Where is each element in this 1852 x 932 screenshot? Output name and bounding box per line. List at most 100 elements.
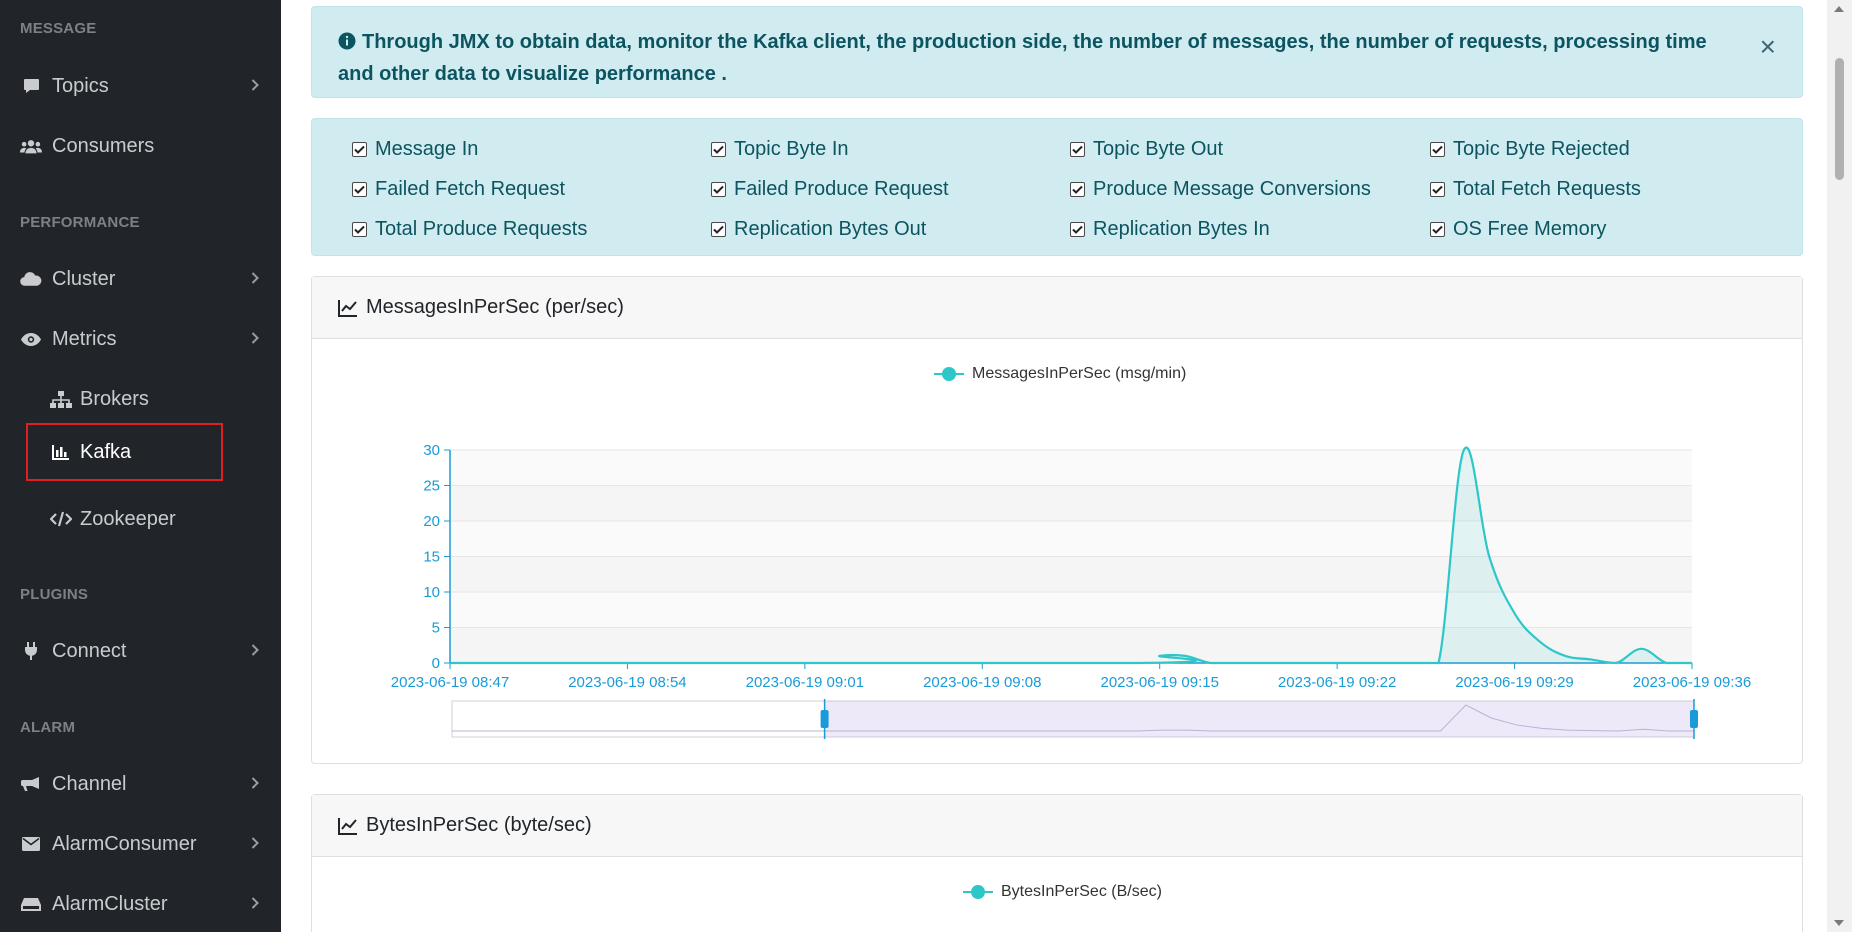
zoom-handle [820, 710, 829, 728]
checkbox-checked-icon[interactable] [711, 182, 726, 197]
sidebar-item-cluster[interactable]: Cluster [0, 254, 281, 304]
section-heading-alarm: ALARM [20, 719, 76, 736]
metric-checkbox-label: Total Produce Requests [375, 218, 588, 240]
bullhorn-icon [20, 776, 42, 792]
envelope-icon [20, 837, 42, 851]
metric-checkbox-label: Replication Bytes In [1093, 218, 1270, 240]
zoom-handle [1690, 710, 1698, 728]
metric-checkbox-label: Produce Message Conversions [1093, 178, 1371, 200]
metric-checkbox[interactable]: Failed Produce Request [711, 178, 949, 201]
grid-band [450, 485, 1692, 521]
main-content: Through JMX to obtain data, monitor the … [281, 0, 1827, 932]
checkbox-checked-icon[interactable] [1430, 182, 1445, 197]
sidebar-item-label: Topics [52, 74, 109, 97]
grid-band [450, 450, 1692, 486]
card-title: MessagesInPerSec (per/sec) [366, 296, 624, 318]
chevron-right-icon [251, 833, 259, 856]
y-tick-label: 15 [423, 549, 440, 566]
x-tick-label: 2023-06-19 08:54 [568, 674, 686, 691]
chevron-right-icon [251, 75, 259, 98]
chevron-right-icon [251, 773, 259, 796]
messages-line-chart[interactable]: 0 5 10 15 20 25 30 2023-06-19 08:47 2023-06-19 0… [312, 353, 1804, 763]
y-tick-label: 0 [432, 655, 440, 672]
sidebar-item-consumers[interactable]: Consumers [0, 121, 281, 171]
line-chart-icon [338, 817, 358, 835]
sidebar-item-label: Consumers [52, 134, 155, 157]
metric-checkbox[interactable]: Produce Message Conversions [1070, 178, 1371, 201]
code-icon [50, 511, 72, 527]
sidebar-item-alarm-cluster[interactable]: AlarmCluster [0, 879, 281, 929]
sidebar: MESSAGE Topics Consumers PERFORMANCE Clu… [0, 0, 281, 932]
sitemap-icon [50, 390, 72, 408]
sidebar-item-label: AlarmCluster [52, 892, 168, 915]
metric-checkbox[interactable]: Total Produce Requests [352, 218, 587, 241]
messages-chart-card: MessagesInPerSec (per/sec) MessagesInPer… [311, 276, 1803, 764]
checkbox-checked-icon[interactable] [1430, 142, 1445, 157]
metric-checkbox-label: Failed Produce Request [734, 178, 949, 200]
chart-legend[interactable]: BytesInPerSec (B/sec) [963, 883, 1162, 901]
cloud-icon [20, 271, 42, 287]
chart-bar-icon [50, 444, 72, 460]
sidebar-item-metrics[interactable]: Metrics [0, 314, 281, 364]
sidebar-item-label: Brokers [80, 387, 149, 410]
metric-checkbox[interactable]: Total Fetch Requests [1430, 178, 1641, 201]
sidebar-subitem-zookeeper[interactable]: Zookeeper [28, 492, 221, 546]
card-header: MessagesInPerSec (per/sec) [312, 277, 1802, 339]
metric-checkbox[interactable]: Topic Byte Rejected [1430, 138, 1630, 161]
sidebar-item-label: Connect [52, 639, 127, 662]
metric-checkbox[interactable]: Replication Bytes In [1070, 218, 1270, 241]
comment-icon [20, 78, 42, 94]
close-alert-button[interactable]: × [1760, 33, 1776, 61]
chevron-right-icon [251, 268, 259, 291]
sidebar-item-connect[interactable]: Connect [0, 626, 281, 676]
card-header: BytesInPerSec (byte/sec) [312, 795, 1802, 857]
checkbox-checked-icon[interactable] [711, 222, 726, 237]
bytes-chart-card: BytesInPerSec (byte/sec) BytesInPerSec (… [311, 794, 1803, 932]
metric-checkbox-label: Total Fetch Requests [1453, 178, 1641, 200]
y-tick-label: 10 [423, 584, 440, 601]
checkbox-checked-icon[interactable] [352, 222, 367, 237]
sidebar-subitem-kafka[interactable]: Kafka [26, 423, 223, 481]
metric-checkbox-label: Topic Byte Rejected [1453, 138, 1630, 160]
sidebar-item-topics[interactable]: Topics [0, 61, 281, 111]
sidebar-subitem-brokers[interactable]: Brokers [28, 372, 221, 426]
vertical-scrollbar[interactable] [1827, 0, 1852, 932]
checkbox-checked-icon[interactable] [1430, 222, 1445, 237]
y-tick-label: 5 [432, 620, 440, 637]
eye-icon [20, 332, 42, 347]
metric-options-panel: Message In Topic Byte In Topic Byte Out … [311, 118, 1803, 256]
sidebar-item-label: AlarmConsumer [52, 832, 197, 855]
x-tick-label: 2023-06-19 08:47 [391, 674, 509, 691]
section-heading-performance: PERFORMANCE [20, 214, 140, 231]
metric-checkbox[interactable]: Replication Bytes Out [711, 218, 926, 241]
checkbox-checked-icon[interactable] [352, 182, 367, 197]
sidebar-item-label: Kafka [80, 440, 132, 463]
grid-band [450, 521, 1692, 557]
metric-checkbox[interactable]: OS Free Memory [1430, 218, 1606, 241]
metric-checkbox[interactable]: Failed Fetch Request [352, 178, 565, 201]
sidebar-item-label: Channel [52, 772, 127, 795]
checkbox-checked-icon[interactable] [1070, 142, 1085, 157]
scroll-up-arrow-icon[interactable] [1834, 6, 1844, 12]
checkbox-checked-icon[interactable] [711, 142, 726, 157]
metric-checkbox-label: Message In [375, 138, 479, 160]
sidebar-item-label: Metrics [52, 327, 117, 350]
info-circle-icon [338, 29, 356, 59]
card-title: BytesInPerSec (byte/sec) [366, 814, 592, 836]
sidebar-item-channel[interactable]: Channel [0, 759, 281, 809]
metric-checkbox[interactable]: Topic Byte Out [1070, 138, 1223, 161]
chevron-right-icon [251, 893, 259, 916]
checkbox-checked-icon[interactable] [1070, 222, 1085, 237]
checkbox-checked-icon[interactable] [352, 142, 367, 157]
users-icon [20, 138, 42, 155]
scroll-down-arrow-icon[interactable] [1834, 920, 1844, 926]
info-alert: Through JMX to obtain data, monitor the … [311, 6, 1803, 98]
line-chart-icon [338, 299, 358, 317]
checkbox-checked-icon[interactable] [1070, 182, 1085, 197]
section-heading-message: MESSAGE [20, 20, 97, 37]
metric-checkbox[interactable]: Message In [352, 138, 478, 161]
sidebar-item-alarm-consumer[interactable]: AlarmConsumer [0, 819, 281, 869]
scrollbar-thumb[interactable] [1835, 58, 1844, 180]
plug-icon [20, 642, 42, 660]
metric-checkbox[interactable]: Topic Byte In [711, 138, 849, 161]
